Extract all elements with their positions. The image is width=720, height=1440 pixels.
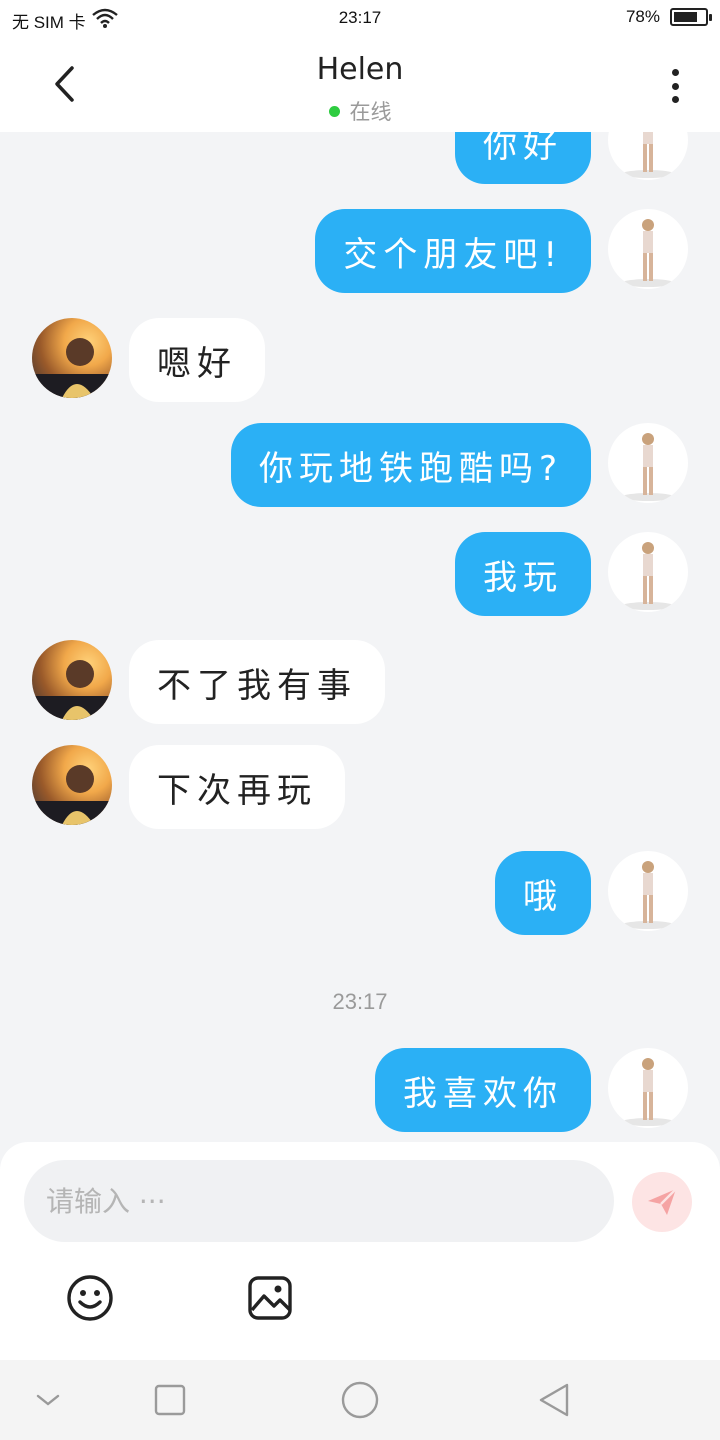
battery-icon — [670, 8, 712, 26]
message-bubble-received[interactable]: 嗯好 — [129, 318, 265, 402]
message-bubble-sent[interactable]: 哦 — [495, 851, 591, 935]
status-time: 23:17 — [338, 8, 382, 27]
back-triangle-icon — [539, 1383, 569, 1417]
message-bubble-sent[interactable]: 我喜欢你 — [375, 1048, 591, 1132]
composer-panel — [0, 1142, 720, 1360]
status-bar: 无 SIM 卡 23:17 78% — [0, 0, 720, 36]
my-avatar[interactable] — [608, 532, 688, 612]
contact-name: Helen — [316, 52, 404, 87]
send-icon — [648, 1188, 677, 1215]
chat-header: Helen 在线 — [0, 36, 720, 132]
nav-home-button[interactable] — [340, 1380, 380, 1420]
nav-collapse-button[interactable] — [28, 1380, 68, 1420]
battery-percent: 78% — [625, 7, 660, 26]
status-right: 78% — [625, 7, 712, 27]
emoji-icon — [67, 1275, 113, 1321]
recents-square-icon — [154, 1384, 186, 1416]
message-list[interactable]: 你好 交个朋友吧! 嗯好 你玩地铁跑酷吗? 我玩 不了我有事 下次再玩 哦 23… — [0, 132, 720, 1142]
my-avatar[interactable] — [608, 132, 688, 180]
online-status: 在线 — [0, 96, 720, 126]
image-icon — [248, 1276, 292, 1320]
contact-avatar[interactable] — [32, 318, 112, 398]
send-button[interactable] — [632, 1172, 692, 1232]
message-bubble-sent[interactable]: 你好 — [455, 132, 591, 184]
more-options-button[interactable] — [660, 66, 690, 106]
home-circle-icon — [341, 1381, 379, 1419]
system-nav-bar — [0, 1360, 720, 1440]
more-dot — [671, 69, 679, 76]
message-bubble-received[interactable]: 不了我有事 — [129, 640, 385, 724]
chevron-down-icon — [36, 1394, 60, 1406]
more-dot — [671, 96, 679, 103]
message-input[interactable] — [24, 1160, 614, 1242]
more-dot — [671, 82, 679, 90]
contact-avatar[interactable] — [32, 640, 112, 720]
nav-back-button[interactable] — [534, 1380, 574, 1420]
online-label: 在线 — [349, 100, 392, 124]
emoji-button[interactable] — [66, 1274, 114, 1322]
online-dot — [328, 105, 340, 117]
message-bubble-sent[interactable]: 我玩 — [455, 532, 591, 616]
my-avatar[interactable] — [608, 851, 688, 931]
my-avatar[interactable] — [608, 423, 688, 503]
image-button[interactable] — [246, 1274, 294, 1322]
battery-fill — [674, 12, 698, 22]
message-bubble-received[interactable]: 下次再玩 — [129, 745, 345, 829]
message-bubble-sent[interactable]: 交个朋友吧! — [315, 209, 591, 293]
message-bubble-sent[interactable]: 你玩地铁跑酷吗? — [230, 423, 591, 507]
my-avatar[interactable] — [608, 1048, 688, 1128]
my-avatar[interactable] — [608, 209, 688, 289]
message-timestamp: 23:17 — [332, 989, 388, 1014]
nav-recents-button[interactable] — [150, 1380, 190, 1420]
contact-avatar[interactable] — [32, 745, 112, 825]
